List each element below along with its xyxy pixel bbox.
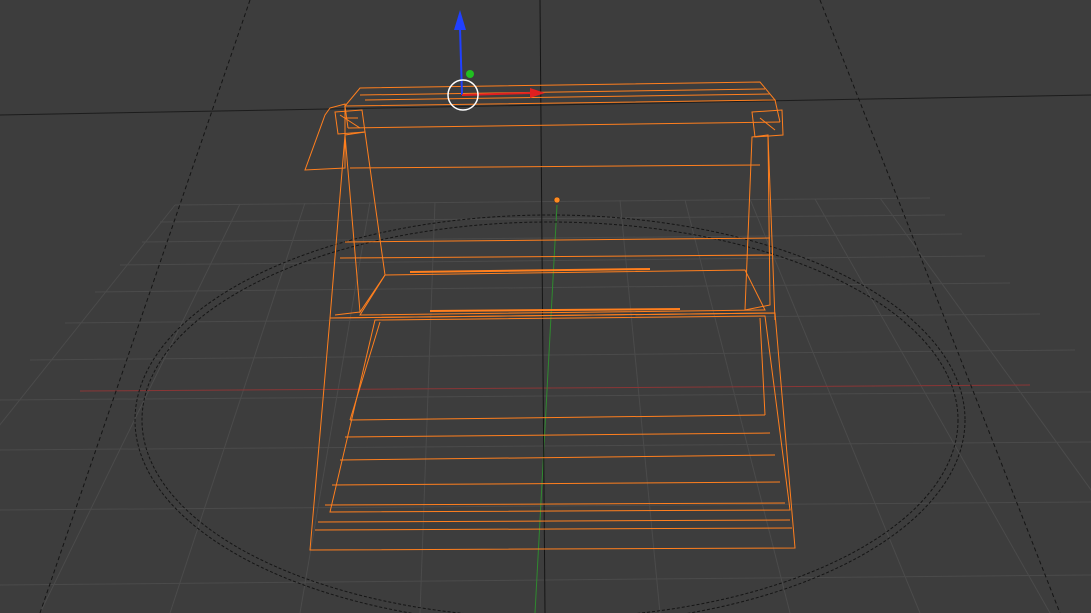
desk-mesh[interactable]	[304, 81, 796, 551]
3d-viewport[interactable]	[0, 0, 1091, 613]
transform-manipulator-icon[interactable]	[447, 10, 545, 111]
floor-circle	[134, 214, 966, 613]
horizon-line	[0, 94, 1091, 116]
y-axis-line	[534, 204, 558, 613]
desk-active-edges	[409, 268, 681, 312]
floor-grid	[0, 197, 1091, 613]
x-axis-line	[79, 384, 1031, 392]
viewport-canvas[interactable]	[0, 0, 1091, 613]
object-origin-icon[interactable]	[553, 196, 561, 204]
